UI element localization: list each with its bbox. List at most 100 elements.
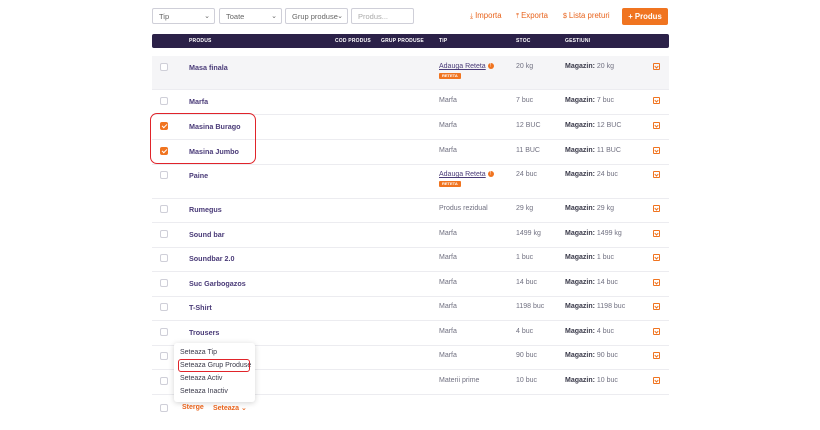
product-name-link[interactable]: Rumegus: [189, 205, 222, 214]
add-recipe-link[interactable]: Adauga Reteta: [439, 171, 486, 178]
expand-icon[interactable]: [653, 122, 660, 129]
location-label: Magazin:: [565, 97, 595, 104]
row-checkbox[interactable]: [160, 279, 168, 287]
type-cell: Marfa: [439, 303, 457, 310]
info-icon: !: [487, 171, 494, 177]
location-label: Magazin:: [565, 63, 595, 70]
group-filter-select[interactable]: Grup produse ⌄: [285, 8, 348, 24]
expand-icon[interactable]: [653, 63, 660, 70]
table-row[interactable]: Marfa Marfa 7 buc Magazin: 7 buc: [152, 89, 669, 115]
download-icon: ⤓: [470, 13, 474, 20]
product-search-input[interactable]: Produs...: [351, 8, 414, 24]
expand-icon[interactable]: [653, 147, 660, 154]
location-label: Magazin:: [565, 171, 595, 178]
stock-cell: 12 BUC: [516, 122, 541, 129]
location-value: 10 buc: [596, 377, 618, 384]
header-product[interactable]: PRODUS: [189, 38, 212, 44]
management-cell: Magazin: 24 buc: [565, 171, 618, 178]
location-value: 12 BUC: [596, 122, 622, 129]
table-row[interactable]: Sound bar Marfa 1499 kg Magazin: 1499 kg: [152, 222, 669, 248]
table-row[interactable]: Masa finala Adauga Reteta! RETETA 20 kg Maga…: [152, 56, 669, 90]
add-product-button[interactable]: + Produs: [622, 8, 668, 25]
price-list-label: Lista preturi: [568, 11, 610, 20]
row-checkbox[interactable]: [160, 377, 168, 385]
import-label: Importa: [475, 11, 502, 20]
recipe-badge: RETETA: [439, 181, 461, 187]
header-group[interactable]: GRUP PRODUSE: [381, 38, 424, 44]
menu-item-set-inactive[interactable]: Seteaza Inactiv: [180, 388, 228, 395]
type-cell: Marfa: [439, 230, 457, 237]
expand-icon[interactable]: [653, 97, 660, 104]
product-name-link[interactable]: T-Shirt: [189, 303, 212, 312]
table-row[interactable]: T-Shirt Marfa 1198 buc Magazin: 1198 buc: [152, 296, 669, 321]
row-checkbox[interactable]: [160, 205, 168, 213]
location-value: 1 buc: [596, 254, 615, 261]
type-filter-value: Tip: [159, 12, 170, 21]
type-cell: Marfa: [439, 97, 457, 104]
product-name-link[interactable]: Trousers: [189, 328, 219, 337]
export-label: Exporta: [521, 11, 548, 20]
stock-cell: 11 BUC: [516, 147, 540, 154]
chevron-down-icon: ⌄: [337, 13, 343, 20]
location-label: Magazin:: [565, 205, 595, 212]
product-name-link[interactable]: Sound bar: [189, 230, 225, 239]
all-filter-value: Toate: [226, 12, 245, 21]
expand-icon[interactable]: [653, 352, 660, 359]
management-cell: Magazin: 20 kg: [565, 63, 614, 70]
row-checkbox[interactable]: [160, 230, 168, 238]
expand-icon[interactable]: [653, 328, 660, 335]
expand-icon[interactable]: [653, 171, 660, 178]
header-stock[interactable]: STOC: [516, 38, 531, 44]
row-checkbox[interactable]: [160, 328, 168, 336]
row-checkbox[interactable]: [160, 254, 168, 262]
header-type[interactable]: TIP: [439, 38, 447, 44]
expand-icon[interactable]: [653, 230, 660, 237]
expand-icon[interactable]: [653, 377, 660, 384]
row-checkbox[interactable]: [160, 352, 168, 360]
stock-cell: 14 buc: [516, 279, 538, 286]
header-management[interactable]: GESTIUNI: [565, 38, 590, 44]
row-checkbox[interactable]: [160, 303, 168, 311]
type-cell: Marfa: [439, 328, 457, 335]
upload-icon: ⤒: [516, 13, 520, 20]
product-name-link[interactable]: Masa finala: [189, 63, 228, 72]
row-checkbox[interactable]: [160, 63, 168, 71]
stock-cell: 1499 kg: [516, 230, 541, 237]
management-cell: Magazin: 11 BUC: [565, 147, 621, 154]
type-cell: Adauga Reteta!: [439, 63, 494, 70]
price-list-link[interactable]: $ Lista preturi: [563, 11, 610, 20]
recipe-badge: RETETA: [439, 73, 461, 79]
expand-icon[interactable]: [653, 254, 660, 261]
management-cell: Magazin: 1198 buc: [565, 303, 625, 310]
table-row[interactable]: Soundbar 2.0 Marfa 1 buc Magazin: 1 buc: [152, 247, 669, 272]
expand-icon[interactable]: [653, 303, 660, 310]
stock-cell: 24 buc: [516, 171, 538, 178]
delete-selected-button[interactable]: Sterge: [182, 404, 204, 411]
product-name-link[interactable]: Soundbar 2.0: [189, 254, 235, 263]
select-all-checkbox[interactable]: [160, 404, 168, 412]
table-row[interactable]: Paine Adauga Reteta! RETETA 24 buc Magazin: …: [152, 164, 669, 199]
type-cell: Marfa: [439, 147, 457, 154]
type-filter-select[interactable]: Tip ⌄: [152, 8, 215, 24]
row-checkbox[interactable]: [160, 97, 168, 105]
import-link[interactable]: ⤓ Importa: [470, 11, 502, 21]
location-label: Magazin:: [565, 254, 595, 261]
location-value: 29 kg: [596, 205, 615, 212]
table-row[interactable]: Rumegus Produs rezidual 29 kg Magazin: 29 k…: [152, 198, 669, 223]
location-value: 90 buc: [596, 352, 618, 359]
header-code[interactable]: COD PRODUS: [335, 38, 371, 44]
all-filter-select[interactable]: Toate ⌄: [219, 8, 282, 24]
export-link[interactable]: ⤒ Exporta: [516, 11, 548, 21]
row-checkbox[interactable]: [160, 171, 168, 179]
product-name-link[interactable]: Paine: [189, 171, 208, 180]
menu-item-set-active[interactable]: Seteaza Activ: [180, 375, 222, 382]
dollar-icon: $: [563, 13, 567, 20]
table-row[interactable]: Suc Garbogazos Marfa 14 buc Magazin: 14 buc: [152, 271, 669, 297]
product-name-link[interactable]: Suc Garbogazos: [189, 279, 246, 288]
add-recipe-link[interactable]: Adauga Reteta: [439, 63, 486, 70]
expand-icon[interactable]: [653, 205, 660, 212]
menu-item-set-type[interactable]: Seteaza Tip: [180, 349, 217, 356]
set-selected-button[interactable]: Seteaza ⌄: [213, 404, 247, 412]
expand-icon[interactable]: [653, 279, 660, 286]
product-name-link[interactable]: Marfa: [189, 97, 208, 106]
